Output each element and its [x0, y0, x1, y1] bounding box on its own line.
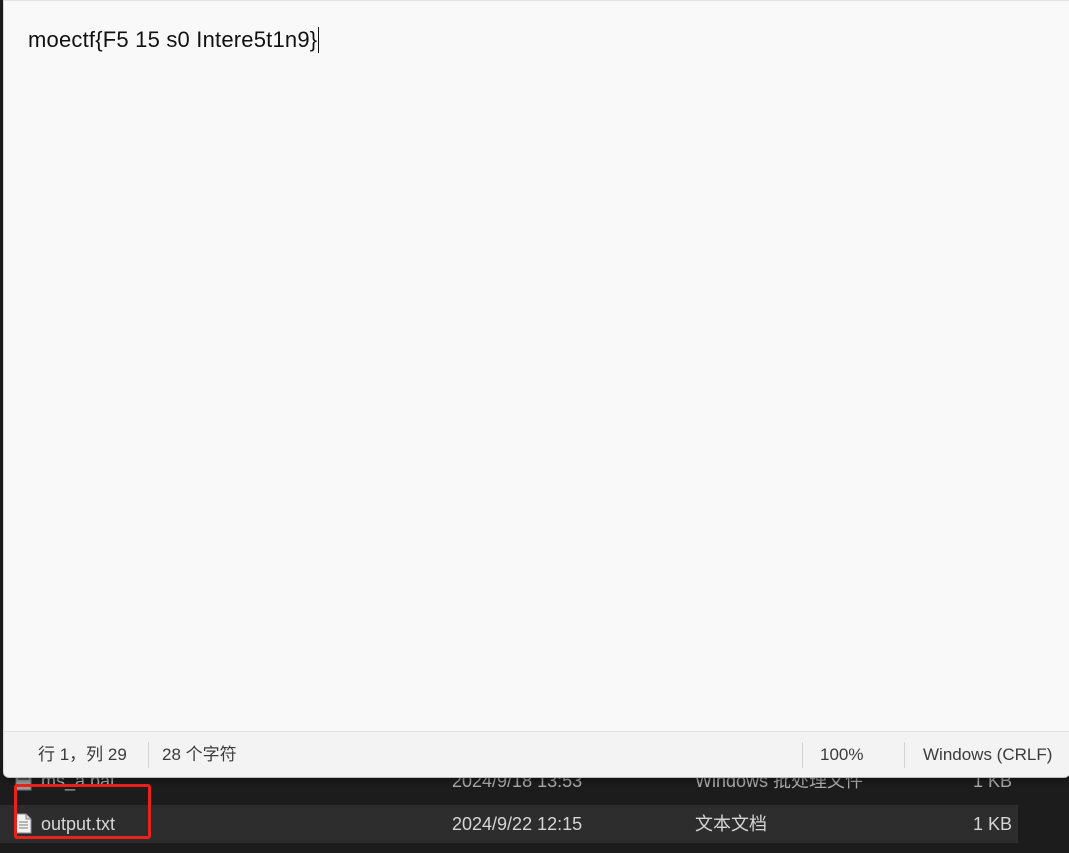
file-row-selected[interactable]: output.txt 2024/9/22 12:15 文本文档 1 KB	[0, 805, 1018, 843]
status-divider	[148, 742, 149, 768]
editor-content: moectf{F5 15 s0 Intere5t1n9}	[28, 27, 320, 53]
file-name: output.txt	[41, 814, 116, 834]
cursor-position: 行 1，列 29	[38, 745, 127, 764]
line-ending[interactable]: Windows (CRLF)	[923, 732, 1052, 777]
editor-text-line: moectf{F5 15 s0 Intere5t1n9}	[28, 27, 318, 52]
text-editor-area[interactable]: moectf{F5 15 s0 Intere5t1n9}	[4, 0, 1069, 732]
file-size: 1 KB	[972, 814, 1012, 834]
screen: ms_a.bat 2024/9/18 13:53 Windows 批处理文件 1…	[0, 0, 1069, 853]
text-file-icon	[15, 813, 32, 834]
file-date: 2024/9/22 12:15	[452, 814, 583, 834]
zoom-level[interactable]: 100%	[820, 732, 863, 777]
text-caret	[318, 27, 320, 53]
status-divider	[802, 742, 803, 768]
status-divider	[904, 742, 905, 768]
notepad-window: moectf{F5 15 s0 Intere5t1n9} 行 1，列 29 28…	[3, 0, 1069, 778]
character-count: 28 个字符	[162, 745, 237, 764]
status-bar: 行 1，列 29 28 个字符 100% Windows (CRLF)	[4, 731, 1069, 777]
file-type: 文本文档	[695, 814, 767, 834]
